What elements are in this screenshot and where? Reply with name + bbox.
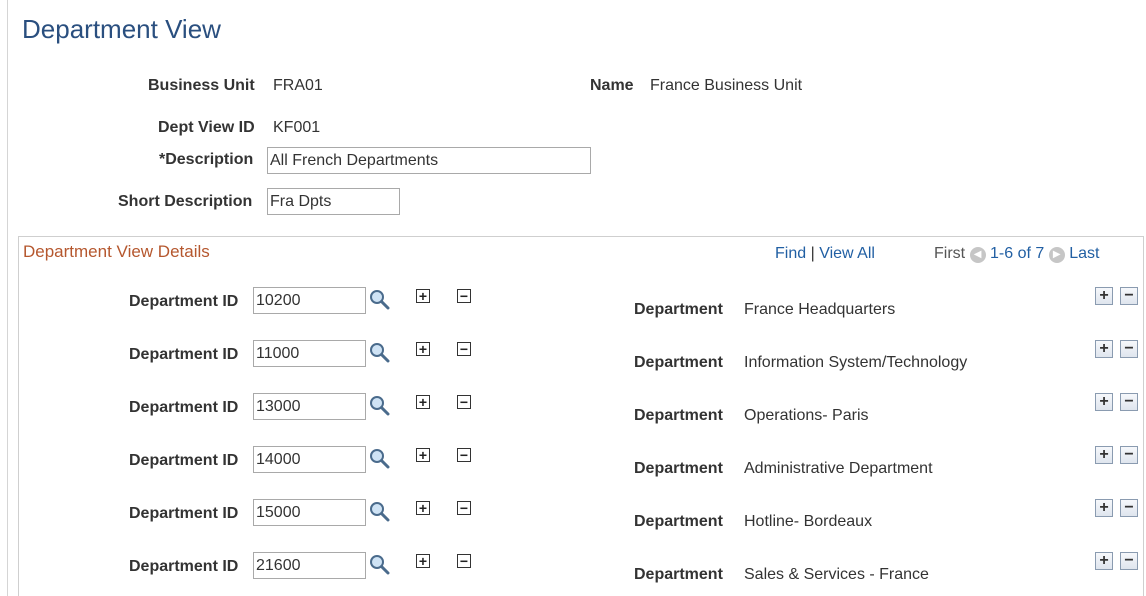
minus-icon[interactable]: − (1120, 287, 1138, 305)
magnifier-icon[interactable] (369, 342, 391, 364)
department-id-input[interactable] (253, 393, 366, 420)
plus-icon[interactable]: + (416, 342, 430, 356)
minus-icon[interactable]: − (457, 501, 471, 515)
minus-icon[interactable]: − (1120, 340, 1138, 358)
department-id-label: Department ID (129, 346, 239, 363)
name-value: France Business Unit (650, 77, 803, 94)
short-description-label: Short Description (118, 193, 253, 210)
minus-icon[interactable]: − (457, 289, 471, 303)
range-label: 1-6 of 7 (990, 245, 1045, 262)
department-value: Sales & Services - France (744, 566, 929, 583)
view-all-link[interactable]: View All (819, 245, 875, 262)
plus-icon[interactable]: + (416, 448, 430, 462)
department-id-input[interactable] (253, 552, 366, 579)
minus-icon[interactable]: − (1120, 499, 1138, 517)
pagination: First ◀ 1-6 of 7 ▶ Last (934, 245, 1099, 263)
department-id-label: Department ID (129, 505, 239, 522)
department-value: France Headquarters (744, 301, 896, 318)
department-value: Hotline- Bordeaux (744, 513, 873, 530)
right-arrow-icon[interactable]: ▶ (1048, 247, 1065, 263)
minus-icon[interactable]: − (1120, 446, 1138, 464)
magnifier-icon[interactable] (369, 448, 391, 470)
dept-view-id-value: KF001 (273, 119, 321, 136)
department-label: Department (634, 460, 723, 477)
plus-icon[interactable]: + (416, 554, 430, 568)
plus-icon[interactable]: + (1095, 446, 1113, 464)
magnifier-icon[interactable] (369, 501, 391, 523)
department-id-label: Department ID (129, 452, 239, 469)
magnifier-icon[interactable] (369, 395, 391, 417)
minus-icon[interactable]: − (457, 448, 471, 462)
minus-icon[interactable]: − (1120, 393, 1138, 411)
left-arrow-icon[interactable]: ◀ (969, 247, 986, 263)
business-unit-label: Business Unit (148, 77, 255, 94)
dept-view-id-label: Dept View ID (158, 119, 255, 136)
plus-icon[interactable]: + (416, 395, 430, 409)
find-link[interactable]: Find (775, 245, 806, 262)
department-label: Department (634, 566, 723, 583)
plus-icon[interactable]: + (1095, 552, 1113, 570)
department-label: Department (634, 513, 723, 530)
department-value: Operations- Paris (744, 407, 869, 424)
nav-separator: | (810, 245, 815, 262)
department-value: Administrative Department (744, 460, 933, 477)
department-id-input[interactable] (253, 499, 366, 526)
plus-icon[interactable]: + (416, 289, 430, 303)
department-id-label: Department ID (129, 293, 239, 310)
first-label: First (934, 245, 966, 262)
minus-icon[interactable]: − (457, 395, 471, 409)
plus-icon[interactable]: + (1095, 499, 1113, 517)
department-id-label: Department ID (129, 399, 239, 416)
department-id-label: Department ID (129, 558, 239, 575)
department-value: Information System/Technology (744, 354, 968, 371)
plus-icon[interactable]: + (1095, 340, 1113, 358)
department-id-input[interactable] (253, 340, 366, 367)
department-label: Department (634, 354, 723, 371)
department-label: Department (634, 301, 723, 318)
section-header: Department View Details Find | View All … (19, 237, 1143, 269)
business-unit-value: FRA01 (273, 77, 323, 94)
plus-icon[interactable]: + (1095, 393, 1113, 411)
department-label: Department (634, 407, 723, 424)
magnifier-icon[interactable] (369, 554, 391, 576)
frame-border (7, 0, 8, 596)
find-view-all: Find | View All (775, 245, 875, 263)
minus-icon[interactable]: − (457, 342, 471, 356)
last-link[interactable]: Last (1069, 245, 1099, 262)
name-label: Name (590, 77, 634, 94)
short-description-input[interactable] (267, 188, 400, 215)
section-title: Department View Details (23, 242, 210, 261)
department-id-input[interactable] (253, 446, 366, 473)
minus-icon[interactable]: − (1120, 552, 1138, 570)
minus-icon[interactable]: − (457, 554, 471, 568)
description-input[interactable] (267, 147, 591, 174)
page-title: Department View (22, 14, 221, 44)
department-id-input[interactable] (253, 287, 366, 314)
plus-icon[interactable]: + (416, 501, 430, 515)
description-label: *Description (159, 151, 254, 168)
plus-icon[interactable]: + (1095, 287, 1113, 305)
magnifier-icon[interactable] (369, 289, 391, 311)
